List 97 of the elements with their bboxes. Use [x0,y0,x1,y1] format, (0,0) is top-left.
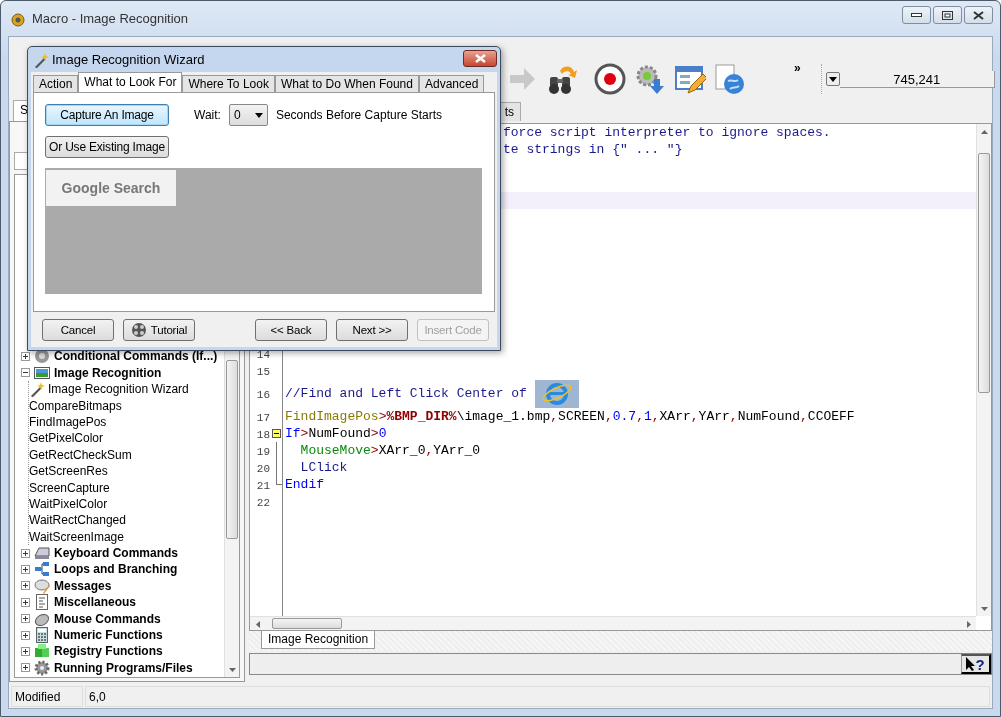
window-title: Macro - Image Recognition [32,11,190,26]
fold-marker[interactable] [271,429,281,438]
close-button[interactable] [463,50,497,67]
gear-download-icon[interactable] [634,63,666,95]
tree-item[interactable]: Conditional Commands (If...) [54,349,218,364]
tree-item[interactable]: Numeric Functions [54,628,163,642]
tree-item[interactable]: GetPixelColor [29,431,104,446]
tree-item[interactable]: WaitScreenImage [29,529,124,544]
tree-item[interactable]: Messages [54,578,112,593]
close-icon [973,10,984,20]
dropdown-button[interactable] [825,72,840,86]
form-pencil-icon[interactable] [674,63,706,95]
magic-wand-icon [29,381,45,398]
status-text: Modified [11,686,83,707]
film-reel-icon [130,321,147,338]
status-text: 6,0 [85,686,990,707]
tree-item[interactable]: CompareBitmaps [29,398,122,413]
keyboard-icon [34,545,50,562]
line-number: 18 [255,427,270,441]
position-field[interactable]: 745,241 [839,70,995,88]
scrollbar[interactable] [250,616,976,630]
flowchart-icon [34,561,50,578]
document-tab[interactable]: Image Recognition [261,631,376,649]
tab[interactable]: What to Look For [78,72,183,92]
scroll-down-icon [228,667,236,672]
captured-image-icon [534,379,579,408]
caret-icon [828,76,837,82]
pointer-icon [966,657,976,671]
globe-page-icon[interactable] [714,63,746,95]
tree-item[interactable]: Miscellaneous [54,595,137,610]
field-label: Seconds Before Capture Starts [275,108,442,122]
tab[interactable]: Action [33,75,79,92]
line-number: 16 [255,387,270,401]
dialog-title: Image Recognition Wizard [52,52,206,67]
button[interactable]: Next >> [336,318,408,341]
field-label: Wait: [194,108,221,122]
button[interactable]: Capture An Image [45,104,169,126]
tree-item[interactable]: Loops and Branching [54,562,178,577]
tree-item[interactable]: Mouse Commands [54,611,161,626]
tree-item[interactable]: Keyboard Commands [54,546,179,561]
button[interactable]: Or Use Existing Image [45,136,169,158]
line-number: 19 [255,444,270,458]
tab[interactable]: Advanced [419,75,485,92]
tree-item[interactable]: Image Recognition [54,365,162,380]
tree-item[interactable]: FindImagePos [29,414,107,429]
line-number: 20 [255,461,270,475]
scroll-up-icon [980,129,988,134]
scroll-left-icon [255,621,260,628]
command-field[interactable]: ? [249,653,992,675]
tree-item[interactable]: WaitPixelColor [29,496,108,511]
close-button[interactable] [964,6,993,24]
wait-dropdown[interactable]: 0 [228,104,268,126]
speech-pencil-icon [34,577,50,594]
maximize-button[interactable] [933,6,962,24]
captured-button-image: Google Search [46,170,176,206]
code-line: If>NumFound>0 [285,426,387,441]
app-icon [10,10,26,27]
overflow-chevron[interactable]: » [794,61,801,75]
code-line: force script interpreter to ignore spaces. [503,125,831,140]
button[interactable]: Cancel [42,318,114,341]
maximize-icon [942,10,953,20]
tree-item[interactable]: Running Programs/Files [54,660,193,675]
tab[interactable]: What to Do When Found [274,75,419,92]
document-list-icon [34,594,50,611]
help-button[interactable]: ? [961,654,991,674]
tree-item[interactable]: GetRectCheckSum [29,447,132,462]
tree-item[interactable]: ScreenCapture [29,480,110,495]
tree-item[interactable]: Image Recognition Wizard [48,382,189,397]
button[interactable]: << Back [255,318,327,341]
caret-icon [254,112,263,118]
minimize-button[interactable] [902,6,931,24]
code-line: FindImagePos>%BMP_DIR%\image_1.bmp,SCREEN,0.7,1,XArr,YArr,NumFound,CCOEFF [285,409,855,424]
code-line: te strings in {" ... "} [503,142,683,157]
scroll-right-icon [966,621,971,628]
magic-wand-icon [33,51,49,68]
code-line: //Find and Left Click Center of [285,386,528,401]
tree-item[interactable]: GetScreenRes [29,464,108,479]
tree-item[interactable]: WaitRectChanged [29,513,126,528]
tree-item[interactable]: Registry Functions [54,644,163,659]
scroll-down-icon [980,606,988,611]
line-number: 14 [255,347,270,361]
line-number: 17 [255,410,270,424]
line-number: 21 [255,478,270,492]
cubes-icon [34,643,50,660]
line-number: 15 [255,364,270,378]
landscape-icon [34,364,50,381]
code-line: MouseMove>XArr_0,YArr_0 [299,443,481,458]
calculator-icon [34,627,50,643]
scrollbar[interactable] [976,124,991,616]
code-line: Endif [285,477,324,492]
minimize-icon [911,13,922,17]
button[interactable]: Tutorial [123,318,195,341]
line-number: 22 [255,495,270,509]
code-line: LClick [299,460,348,475]
tab[interactable]: Where To Look [182,75,275,92]
record-icon[interactable] [594,63,626,95]
close-icon [474,54,486,63]
